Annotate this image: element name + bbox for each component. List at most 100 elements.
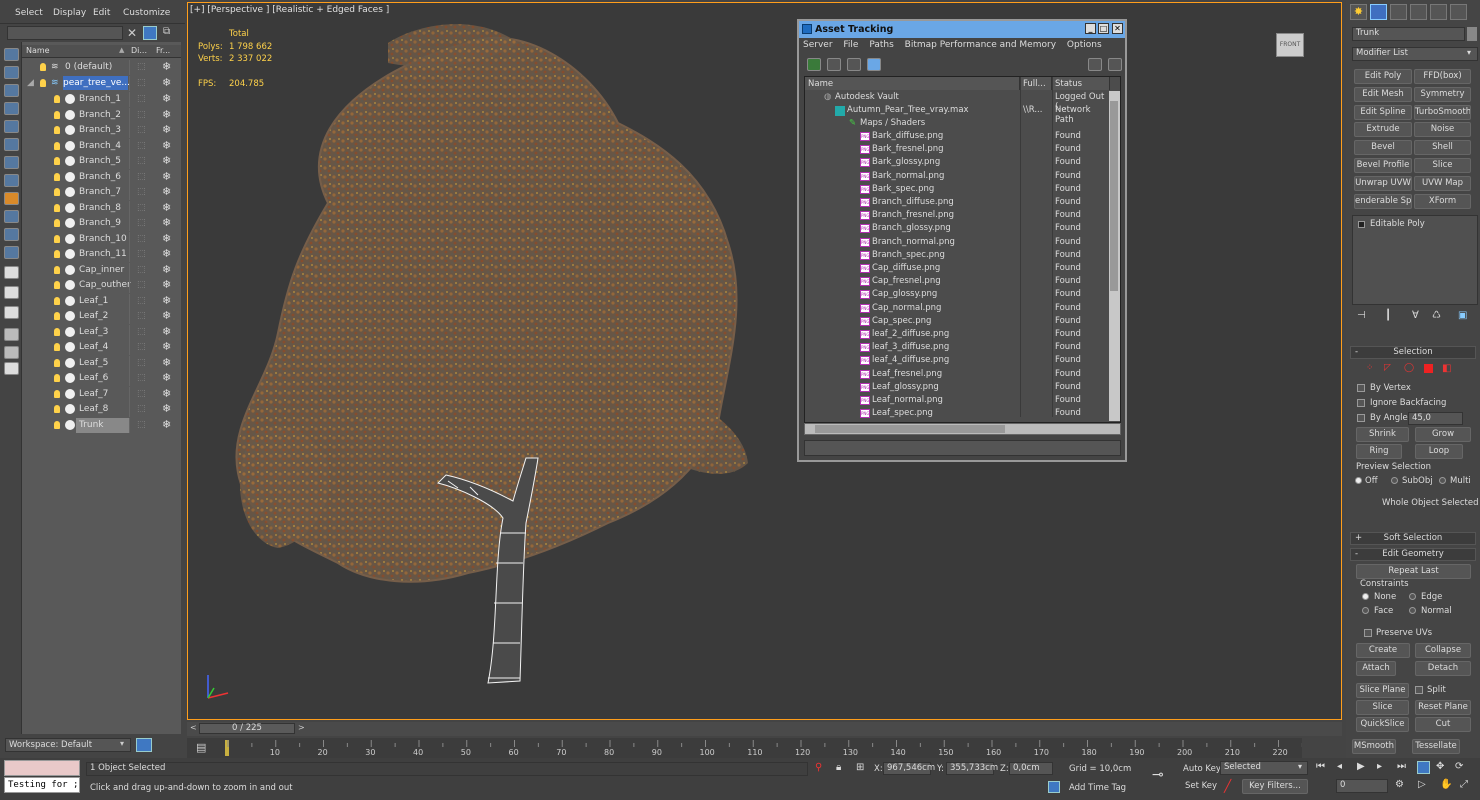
lightbulb-icon[interactable] xyxy=(54,157,60,165)
angle-spinner[interactable]: 45,0 xyxy=(1408,412,1463,425)
time-tag-icon[interactable] xyxy=(1048,781,1060,793)
time-config-icon[interactable]: ⚙ xyxy=(1395,779,1404,790)
freeze-icon[interactable]: ❄ xyxy=(162,263,171,276)
scene-object-row[interactable]: Leaf_6 ⬚ ❄ xyxy=(24,371,181,386)
display-box-icon[interactable]: ⬚ xyxy=(137,94,151,105)
lightbulb-icon[interactable] xyxy=(54,110,60,119)
layer-icon[interactable]: ⧉ xyxy=(163,26,175,39)
freeze-icon[interactable]: ❄ xyxy=(162,60,171,73)
previous-frame-icon[interactable]: ◂ xyxy=(1337,761,1342,772)
scene-object-row[interactable]: Leaf_1 ⬚ ❄ xyxy=(24,293,181,309)
asset-file-row[interactable]: PNG Cap_spec.png Found xyxy=(805,315,1108,328)
display-none-icon[interactable] xyxy=(4,286,19,299)
cut-button[interactable]: Cut xyxy=(1415,717,1471,732)
layer-default-row[interactable]: ≋ 0 (default) ⬚ ❄ xyxy=(24,60,181,75)
asset-file-row[interactable]: PNG Leaf_glossy.png Found xyxy=(805,381,1108,394)
freeze-icon[interactable]: ❄ xyxy=(162,340,171,353)
lightbulb-icon[interactable] xyxy=(54,296,60,305)
scene-object-row[interactable]: Branch_9 ⬚ ❄ xyxy=(24,216,181,231)
col-name[interactable]: Name xyxy=(26,46,50,58)
modifier-button[interactable]: TurboSmooth xyxy=(1414,104,1471,120)
display-box-icon[interactable]: ⬚ xyxy=(137,265,151,276)
make-unique-icon[interactable]: ∀ xyxy=(1412,310,1419,321)
asset-file-row[interactable]: PNG Cap_normal.png Found xyxy=(805,302,1108,315)
freeze-icon[interactable]: ❄ xyxy=(162,278,171,291)
lightbulb-icon[interactable] xyxy=(54,234,60,243)
quickslice-button[interactable]: QuickSlice xyxy=(1356,717,1409,732)
asset-file-row[interactable]: PNG leaf_4_diffuse.png Found xyxy=(805,354,1108,367)
absolute-mode-icon[interactable]: ⊞ xyxy=(856,762,864,773)
scene-object-row[interactable]: Branch_5 ⬚ ❄ xyxy=(24,154,181,169)
lightbulb-icon[interactable] xyxy=(54,250,60,258)
display-box-icon[interactable]: ⬚ xyxy=(137,404,151,415)
freeze-icon[interactable]: ❄ xyxy=(162,294,171,307)
stack-toggle-icon[interactable] xyxy=(1358,221,1365,228)
freeze-icon[interactable]: ❄ xyxy=(162,154,171,167)
prev-frame-icon[interactable]: < xyxy=(190,723,197,732)
modifier-button[interactable]: Bevel xyxy=(1354,140,1412,156)
walkthrough-icon[interactable]: ✋ xyxy=(1440,779,1452,790)
menu-edit[interactable]: Edit xyxy=(93,8,110,18)
scene-object-row[interactable]: Leaf_3 ⬚ ❄ xyxy=(24,324,181,340)
z-coordinate-field[interactable]: 0,0cm xyxy=(1009,762,1053,775)
menu-file[interactable]: File xyxy=(843,40,858,50)
set-keys-icon[interactable]: ╱ xyxy=(1224,779,1231,793)
funnel-icon[interactable] xyxy=(4,328,19,341)
maximize-icon[interactable]: □ xyxy=(1098,23,1109,34)
lightbulb-icon[interactable] xyxy=(54,281,60,289)
modifier-button[interactable]: Bevel Profile xyxy=(1354,158,1412,173)
col-full[interactable]: Full... xyxy=(1020,77,1052,90)
display-shapes-icon[interactable] xyxy=(4,84,19,97)
list-view-icon[interactable] xyxy=(827,58,841,71)
stack-item[interactable]: Editable Poly xyxy=(1370,219,1425,229)
edge-icon[interactable]: ◸ xyxy=(1384,363,1391,373)
pan-icon[interactable]: ✥ xyxy=(1436,761,1444,772)
workspace-dropdown[interactable]: Workspace: Default xyxy=(5,738,131,752)
menu-display[interactable]: Display xyxy=(53,8,86,18)
display-xrefs-icon[interactable] xyxy=(4,192,19,205)
tessellate-button[interactable]: Tessellate xyxy=(1412,739,1460,754)
lightbulb-icon[interactable] xyxy=(40,79,46,87)
display-box-icon[interactable]: ⬚ xyxy=(137,156,151,167)
modifier-button[interactable]: FFD(box) xyxy=(1414,69,1471,84)
display-frozen-icon[interactable] xyxy=(4,246,19,259)
close-icon[interactable]: ✕ xyxy=(1112,23,1123,34)
hierarchy-tab-icon[interactable] xyxy=(1390,4,1407,20)
asset-file-row[interactable]: PNG Leaf_normal.png Found xyxy=(805,394,1108,407)
add-time-tag[interactable]: Add Time Tag xyxy=(1069,783,1126,793)
freeze-icon[interactable]: ❄ xyxy=(162,123,171,136)
refresh-icon[interactable] xyxy=(807,58,821,71)
remove-modifier-icon[interactable]: ♺ xyxy=(1432,310,1441,321)
configure-sets-icon[interactable]: ▣ xyxy=(1458,310,1467,321)
lightbulb-icon[interactable] xyxy=(54,172,60,181)
scene-object-row[interactable]: Cap_outher ⬚ ❄ xyxy=(24,278,181,293)
modifier-button[interactable]: Edit Spline xyxy=(1354,104,1412,120)
asset-file-row[interactable]: PNG leaf_2_diffuse.png Found xyxy=(805,328,1108,341)
ignore-backfacing-checkbox[interactable] xyxy=(1357,399,1365,407)
orbit-icon[interactable]: ⟳ xyxy=(1455,761,1463,772)
constraint-none-radio[interactable] xyxy=(1362,593,1369,600)
lightbulb-icon[interactable] xyxy=(54,126,60,134)
display-box-icon[interactable]: ⬚ xyxy=(137,203,151,214)
lightbulb-icon[interactable] xyxy=(54,95,60,103)
scene-object-row[interactable]: Branch_1 ⬚ ❄ xyxy=(24,92,181,107)
zoom-extents-icon[interactable] xyxy=(1417,761,1430,774)
dialog-title-bar[interactable]: Asset Tracking _ □ ✕ xyxy=(799,21,1125,38)
modifier-button[interactable]: Shell xyxy=(1414,140,1471,156)
viewcube[interactable]: FRONT xyxy=(1276,33,1304,57)
display-containers-icon[interactable] xyxy=(4,228,19,241)
scene-object-row[interactable]: Cap_inner ⬚ ❄ xyxy=(24,262,181,278)
help-icon[interactable] xyxy=(1088,58,1102,71)
repeat-last-button[interactable]: Repeat Last xyxy=(1356,564,1471,579)
isolate-icon[interactable]: ⚲ xyxy=(815,762,822,773)
modifier-button[interactable]: Symmetry xyxy=(1414,86,1471,102)
asset-file-row[interactable]: PNG Branch_glossy.png Found xyxy=(805,222,1108,235)
utilities-tab-icon[interactable] xyxy=(1450,4,1467,20)
set-key-button[interactable]: Set Key xyxy=(1185,781,1217,791)
edit-geometry-rollout-header[interactable]: - Edit Geometry xyxy=(1350,548,1476,561)
selection-rollout-header[interactable]: - Selection xyxy=(1350,346,1476,359)
split-checkbox[interactable] xyxy=(1415,686,1423,694)
field-of-view-icon[interactable]: ▷ xyxy=(1418,779,1426,790)
scene-object-row[interactable]: Branch_4 ⬚ ❄ xyxy=(24,138,181,154)
display-box-icon[interactable]: ⬚ xyxy=(137,125,151,136)
